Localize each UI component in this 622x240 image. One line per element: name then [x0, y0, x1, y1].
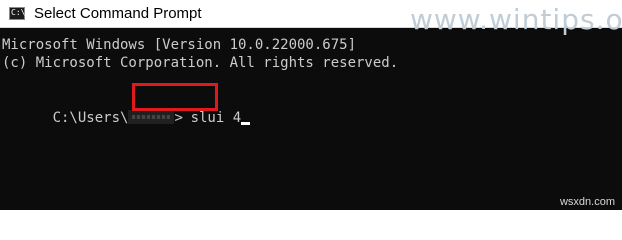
- window-titlebar[interactable]: C:\ Select Command Prompt www.wintips.or…: [0, 0, 622, 36]
- window-title: Select Command Prompt: [34, 5, 202, 22]
- typed-command[interactable]: slui 4: [140, 88, 251, 148]
- command-prompt-icon-text: C:\: [11, 8, 26, 17]
- terminal-version-line: Microsoft Windows [Version 10.0.22000.67…: [2, 37, 357, 53]
- terminal-copyright-line: (c) Microsoft Corporation. All rights re…: [2, 55, 399, 71]
- command-prompt-window: C:\ Select Command Prompt www.wintips.or…: [0, 0, 622, 210]
- blinking-cursor: [241, 122, 251, 125]
- terminal-output[interactable]: Microsoft Windows [Version 10.0.22000.67…: [0, 28, 622, 210]
- prompt-path-prefix: C:\Users\: [52, 110, 129, 126]
- command-text: slui 4: [190, 110, 242, 126]
- source-watermark: wsxdn.com: [559, 196, 615, 208]
- command-prompt-icon: C:\: [9, 7, 25, 20]
